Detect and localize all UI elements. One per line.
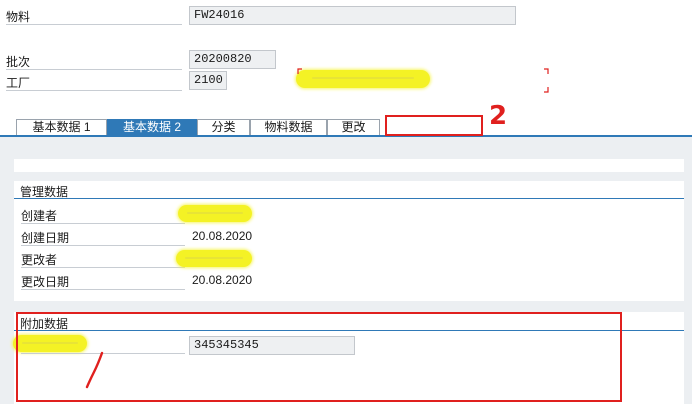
annotation-number-1	[85, 351, 104, 389]
redaction-highlight-created-by	[178, 205, 252, 222]
redaction-highlight-changed-by	[176, 250, 252, 267]
changed-by-underline	[21, 267, 185, 268]
admin-data-title-line	[14, 198, 684, 199]
changed-date-value: 20.08.2020	[192, 273, 253, 287]
created-date-value: 20.08.2020	[192, 229, 253, 243]
tab-classification[interactable]: 分类	[197, 119, 250, 135]
redaction-highlight-plant-description	[296, 70, 430, 88]
plant-label: 工厂	[6, 76, 31, 90]
changed-date-label: 更改日期	[21, 275, 70, 289]
changed-by-label: 更改者	[21, 253, 58, 267]
annotation-box-tab-area	[385, 115, 483, 136]
annotation-box-extra-data	[16, 312, 622, 402]
material-label-underline	[6, 24, 182, 25]
admin-data-group	[14, 181, 684, 301]
tab-material-data[interactable]: 物料数据	[250, 119, 327, 135]
created-by-underline	[21, 223, 185, 224]
batch-label-underline	[6, 69, 182, 70]
created-by-label: 创建者	[21, 209, 58, 223]
created-date-underline	[21, 245, 185, 246]
batch-field[interactable]: 20200820	[189, 50, 276, 69]
annotation-number-2: 2	[489, 101, 508, 131]
tab-basic-data-2[interactable]: 基本数据 2	[107, 119, 197, 135]
batch-label: 批次	[6, 55, 31, 69]
created-date-label: 创建日期	[21, 231, 70, 245]
plant-field[interactable]: 2100	[189, 71, 227, 90]
material-label: 物料	[6, 10, 31, 24]
tab-changes[interactable]: 更改	[327, 119, 380, 135]
field-bracket-icon-bottom-right	[544, 87, 549, 93]
field-bracket-icon-top-left	[297, 68, 302, 74]
field-bracket-icon-top-right	[544, 68, 549, 74]
plant-label-underline	[6, 90, 182, 91]
panel-top-strip	[14, 159, 684, 172]
changed-date-underline	[21, 289, 185, 290]
material-field[interactable]: FW24016	[189, 6, 516, 25]
tab-basic-data-1[interactable]: 基本数据 1	[16, 119, 107, 135]
